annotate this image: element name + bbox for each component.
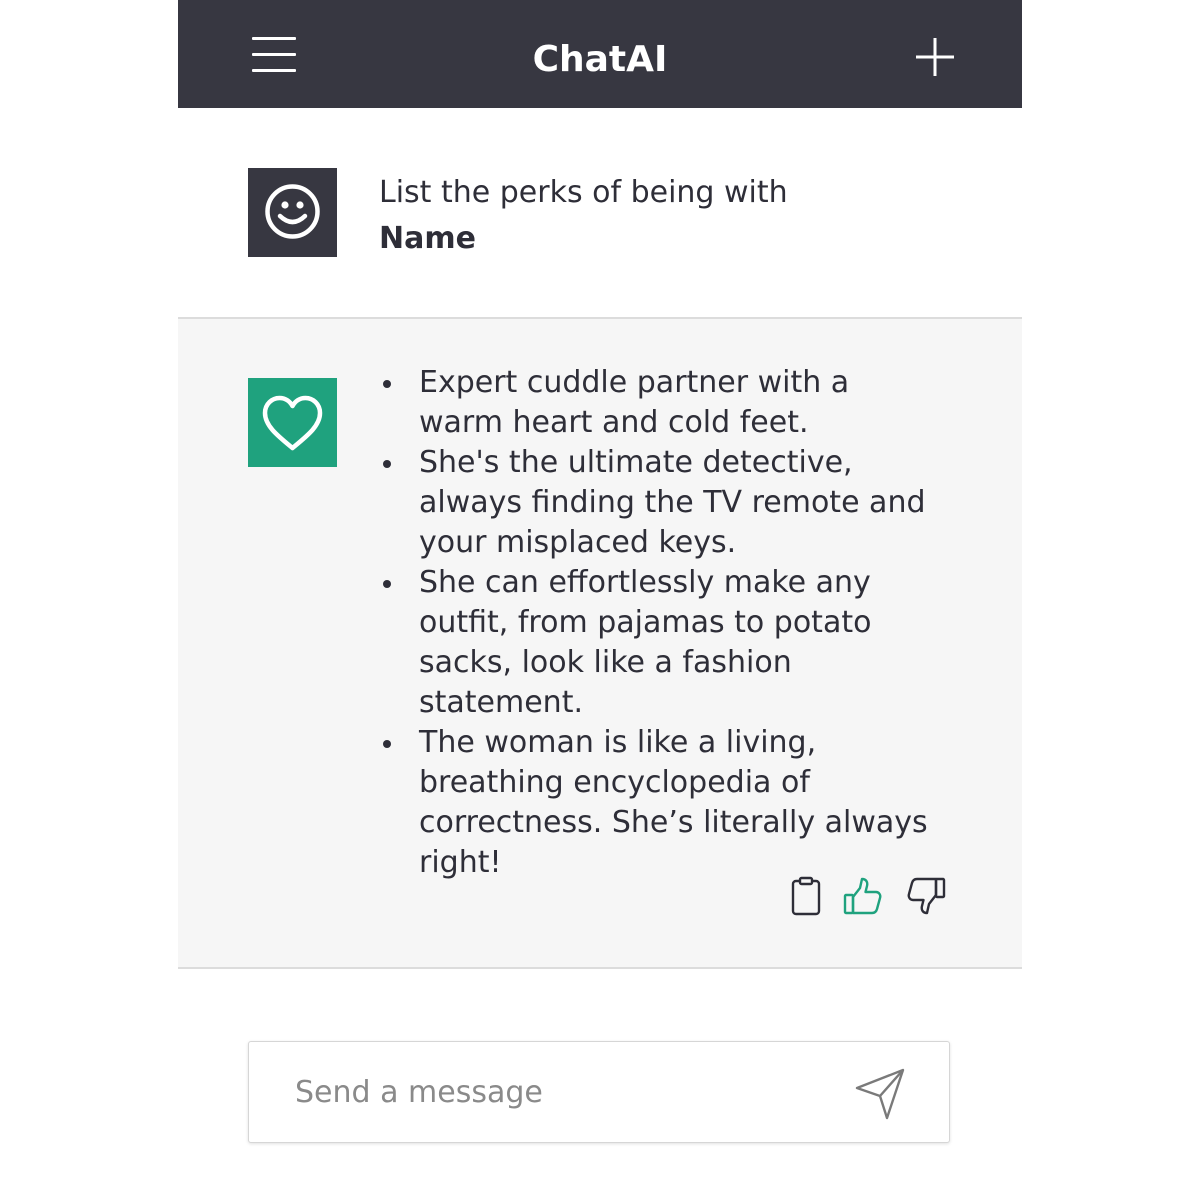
message-composer xyxy=(248,1041,950,1143)
user-message: List the perks of being with Name xyxy=(178,108,1022,317)
paper-plane-icon xyxy=(855,1068,905,1120)
list-item: Expert cuddle partner with a warm heart … xyxy=(378,363,938,443)
heart-icon xyxy=(262,395,323,451)
thumbs-down-icon xyxy=(907,877,946,915)
send-button[interactable] xyxy=(853,1066,909,1122)
list-item: The woman is like a living, breathing en… xyxy=(378,723,938,883)
clipboard-icon xyxy=(791,876,821,916)
prompt-name: Name xyxy=(379,221,476,256)
plus-icon xyxy=(916,38,954,76)
message-input[interactable] xyxy=(295,1066,835,1118)
chat-app: ChatAI List the perks of being with Name xyxy=(178,0,1022,1200)
user-avatar xyxy=(248,168,337,257)
app-title: ChatAI xyxy=(532,39,668,80)
prompt-text: List the perks of being with xyxy=(379,175,788,210)
answer-list: Expert cuddle partner with a warm heart … xyxy=(378,363,938,883)
list-item: She can effortlessly make any outfit, fr… xyxy=(378,563,938,723)
dislike-button[interactable] xyxy=(905,876,946,918)
smiley-face-icon xyxy=(265,184,320,239)
copy-button[interactable] xyxy=(786,876,826,918)
list-item: She's the ultimate detective, always fin… xyxy=(378,443,938,563)
divider xyxy=(178,967,1022,969)
assistant-message: Expert cuddle partner with a warm heart … xyxy=(178,319,1022,967)
thumbs-up-icon xyxy=(843,877,882,915)
user-prompt: List the perks of being with Name xyxy=(379,170,939,262)
app-header: ChatAI xyxy=(178,0,1022,108)
assistant-avatar xyxy=(248,378,337,467)
new-chat-button[interactable] xyxy=(914,36,956,78)
like-button[interactable] xyxy=(842,876,882,918)
